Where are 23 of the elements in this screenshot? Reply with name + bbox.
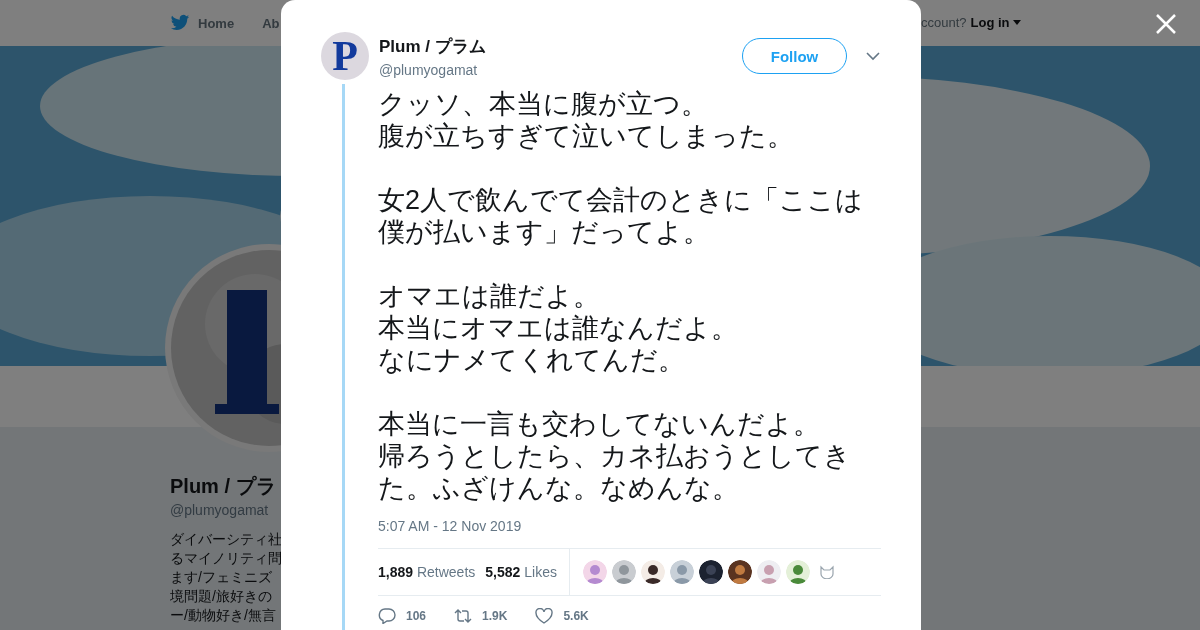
nav-link[interactable]: Ab [262,15,280,31]
profile-handle: @plumyogamat [170,501,269,520]
tweet-text-line: た。ふざけんな。なめんな。 [378,472,739,504]
profile-name: Plum / プラ [170,474,276,498]
tweet-text-line: 帰ろうとしたら、カネ払おうとしてき [378,440,851,472]
retweet-button[interactable]: 1.9K [454,608,508,624]
bird-icon [170,14,190,32]
like-button[interactable]: 5.6K [535,608,589,624]
stat-link[interactable]: 1,889 Retweets [378,564,476,580]
tweet-timestamp[interactable]: 5:07 AM - 12 Nov 2019 [378,518,522,534]
caret-icon [1012,20,1021,25]
retweet-icon [454,608,473,624]
reply-icon [378,608,396,624]
reply-button[interactable]: 106 [378,608,427,624]
heart-icon [535,608,554,624]
tweet-text-line: 本当に一言も交わしてないんだよ。 [378,408,820,440]
nav-link[interactable]: Home [170,14,235,32]
close-icon[interactable] [1154,12,1178,36]
login-link[interactable]: Log in [970,15,1021,30]
profile-bio: ダイバーシティ社 るマイノリティ問 ます/フェミニズ 境問題/旅好きの ー/動物好き/無言 [170,530,282,625]
stat-link[interactable]: 5,582 Likes [485,564,557,580]
cat-icon [818,565,835,579]
account-prompt: ccount? [921,15,967,30]
